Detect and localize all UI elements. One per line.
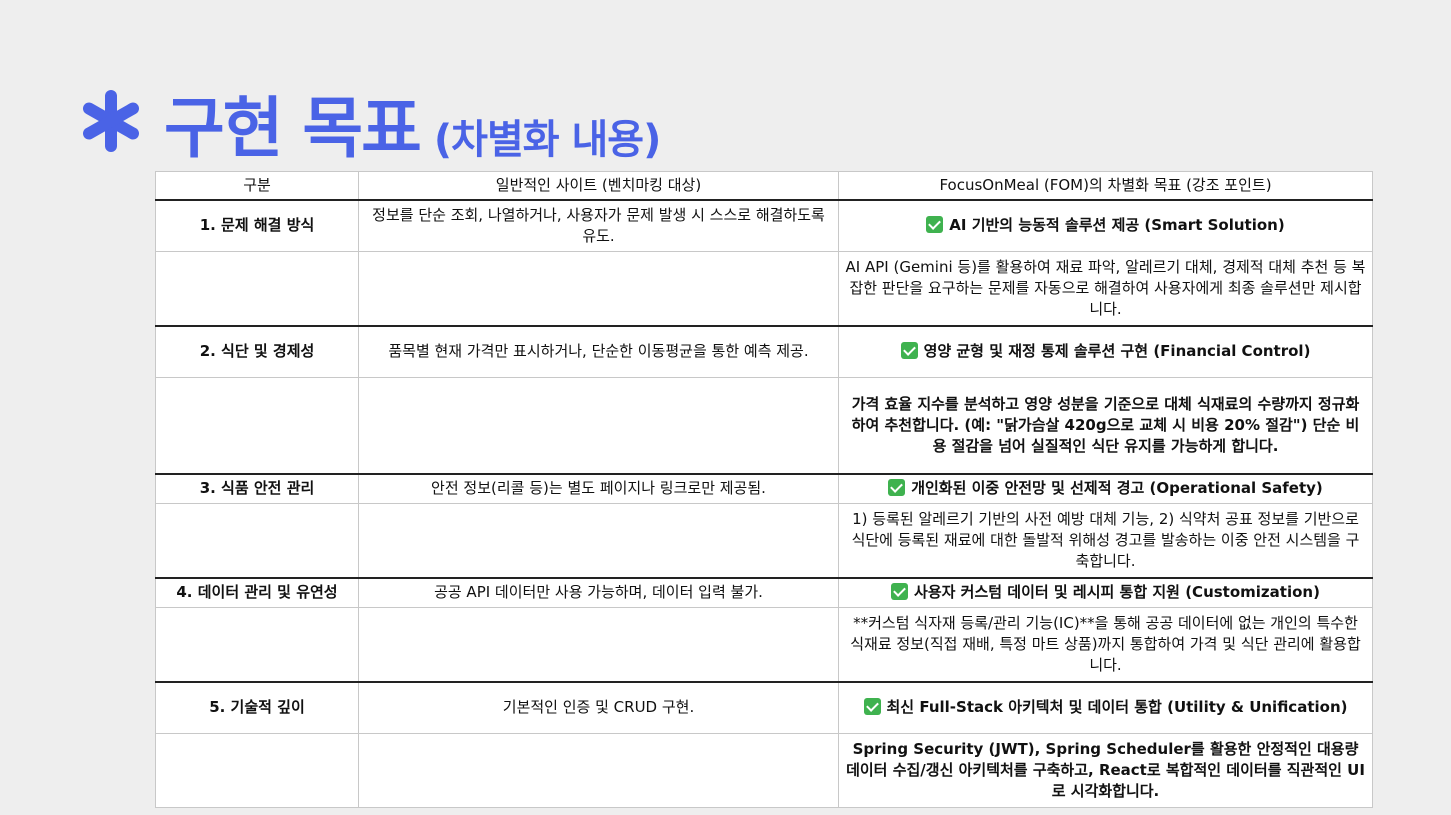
row-general: 안전 정보(리콜 등)는 별도 페이지나 링크로만 제공됨. xyxy=(358,472,839,504)
table-row-detail: **커스텀 식자재 등록/관리 기능(IC)**을 통해 공공 데이터에 없는 … xyxy=(155,607,1373,682)
table-row: 4. 데이터 관리 및 유연성 공공 API 데이터만 사용 가능하며, 데이터… xyxy=(155,576,1373,608)
empty-cell xyxy=(358,377,839,474)
empty-cell xyxy=(358,607,839,682)
empty-cell xyxy=(358,503,839,578)
header-fom: FocusOnMeal (FOM)의 차별화 목표 (강조 포인트) xyxy=(838,171,1373,201)
title-main: 구현 목표 xyxy=(164,90,422,167)
check-icon xyxy=(900,342,918,360)
goal-text: 최신 Full-Stack 아키텍처 및 데이터 통합 (Utility & U… xyxy=(886,698,1348,717)
row-detail: 1) 등록된 알레르기 기반의 사전 예방 대체 기능, 2) 식약처 공표 정… xyxy=(838,503,1373,578)
asterisk-icon xyxy=(83,90,139,152)
table-row: 3. 식품 안전 관리 안전 정보(리콜 등)는 별도 페이지나 링크로만 제공… xyxy=(155,472,1373,504)
row-general: 정보를 단순 조회, 나열하거나, 사용자가 문제 발생 시 스스로 해결하도록… xyxy=(358,199,839,252)
row-goal: 최신 Full-Stack 아키텍처 및 데이터 통합 (Utility & U… xyxy=(838,680,1373,734)
row-category: 5. 기술적 깊이 xyxy=(155,680,359,734)
row-general: 품목별 현재 가격만 표시하거나, 단순한 이동평균을 통한 예측 제공. xyxy=(358,324,839,378)
table-row-detail: Spring Security (JWT), Spring Scheduler를… xyxy=(155,733,1373,808)
goal-text: 영양 균형 및 재정 통제 솔루션 구현 (Financial Control) xyxy=(923,342,1311,361)
empty-cell xyxy=(155,251,359,326)
row-goal: 사용자 커스텀 데이터 및 레시피 통합 지원 (Customization) xyxy=(838,576,1373,608)
goal-text: 사용자 커스텀 데이터 및 레시피 통합 지원 (Customization) xyxy=(914,583,1320,602)
row-detail: **커스텀 식자재 등록/관리 기능(IC)**을 통해 공공 데이터에 없는 … xyxy=(838,607,1373,682)
comparison-table: 구분 일반적인 사이트 (벤치마킹 대상) FocusOnMeal (FOM)의… xyxy=(155,171,1373,808)
empty-cell xyxy=(155,733,359,808)
page-title: 구현 목표 (차별화 내용) xyxy=(80,86,661,167)
check-icon xyxy=(926,216,944,234)
row-general: 기본적인 인증 및 CRUD 구현. xyxy=(358,680,839,734)
goal-text: AI 기반의 능동적 솔루션 제공 (Smart Solution) xyxy=(949,216,1285,235)
goal-text: 개인화된 이중 안전망 및 선제적 경고 (Operational Safety… xyxy=(911,479,1323,498)
title-sub: (차별화 내용) xyxy=(433,117,661,163)
row-goal: AI 기반의 능동적 솔루션 제공 (Smart Solution) xyxy=(838,199,1373,252)
empty-cell xyxy=(155,607,359,682)
empty-cell xyxy=(155,503,359,578)
row-category: 3. 식품 안전 관리 xyxy=(155,472,359,504)
row-category: 1. 문제 해결 방식 xyxy=(155,199,359,252)
table-row-detail: AI API (Gemini 등)를 활용하여 재료 파악, 알레르기 대체, … xyxy=(155,251,1373,326)
check-icon xyxy=(891,583,909,601)
empty-cell xyxy=(358,251,839,326)
table-row: 1. 문제 해결 방식 정보를 단순 조회, 나열하거나, 사용자가 문제 발생… xyxy=(155,199,1373,252)
row-general: 공공 API 데이터만 사용 가능하며, 데이터 입력 불가. xyxy=(358,576,839,608)
row-goal: 영양 균형 및 재정 통제 솔루션 구현 (Financial Control) xyxy=(838,324,1373,378)
empty-cell xyxy=(155,377,359,474)
header-general: 일반적인 사이트 (벤치마킹 대상) xyxy=(358,171,839,201)
row-detail: Spring Security (JWT), Spring Scheduler를… xyxy=(838,733,1373,808)
table-row-detail: 가격 효율 지수를 분석하고 영양 성분을 기준으로 대체 식재료의 수량까지 … xyxy=(155,377,1373,474)
empty-cell xyxy=(358,733,839,808)
table-row-detail: 1) 등록된 알레르기 기반의 사전 예방 대체 기능, 2) 식약처 공표 정… xyxy=(155,503,1373,578)
header-category: 구분 xyxy=(155,171,359,201)
check-icon xyxy=(863,698,881,716)
row-goal: 개인화된 이중 안전망 및 선제적 경고 (Operational Safety… xyxy=(838,472,1373,504)
table-row: 2. 식단 및 경제성 품목별 현재 가격만 표시하거나, 단순한 이동평균을 … xyxy=(155,324,1373,378)
row-category: 4. 데이터 관리 및 유연성 xyxy=(155,576,359,608)
check-icon xyxy=(888,479,906,497)
table-header-row: 구분 일반적인 사이트 (벤치마킹 대상) FocusOnMeal (FOM)의… xyxy=(155,171,1373,201)
row-category: 2. 식단 및 경제성 xyxy=(155,324,359,378)
row-detail: AI API (Gemini 등)를 활용하여 재료 파악, 알레르기 대체, … xyxy=(838,251,1373,326)
row-detail: 가격 효율 지수를 분석하고 영양 성분을 기준으로 대체 식재료의 수량까지 … xyxy=(838,377,1373,474)
table-row: 5. 기술적 깊이 기본적인 인증 및 CRUD 구현. 최신 Full-Sta… xyxy=(155,680,1373,734)
